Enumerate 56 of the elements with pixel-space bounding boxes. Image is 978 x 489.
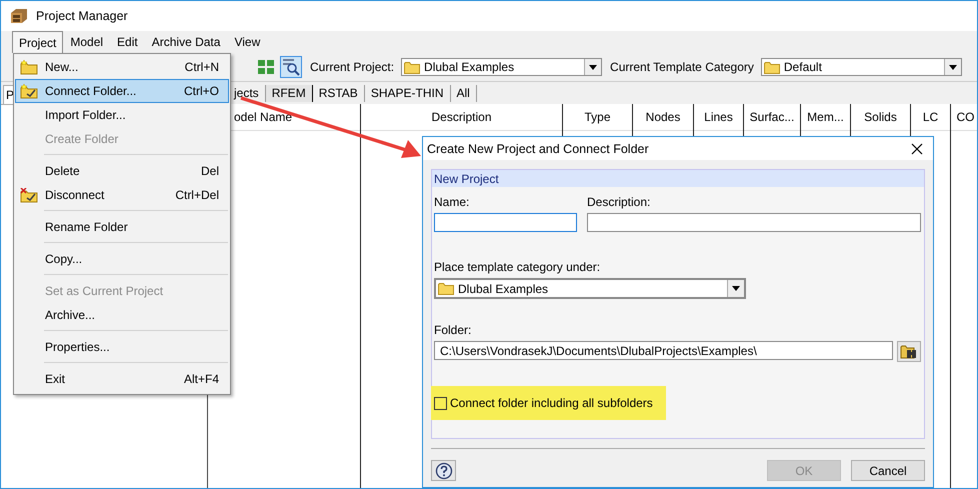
group-title: New Project — [432, 170, 924, 187]
template-category-label: Current Template Category — [610, 60, 754, 74]
magnifier-icon[interactable] — [280, 56, 302, 78]
caret-icon — [589, 64, 598, 70]
folder-cross-icon — [20, 188, 38, 202]
window-title: Project Manager — [36, 9, 128, 23]
menu-item[interactable]: Exit Alt+F4 — [15, 367, 229, 391]
dialog-title: Create New Project and Connect Folder — [427, 142, 649, 156]
description-field[interactable] — [587, 213, 921, 232]
name-field[interactable] — [434, 213, 577, 232]
menu-item[interactable]: Connect Folder... Ctrl+O — [15, 79, 229, 103]
drawer-icon — [10, 8, 28, 24]
menu-item[interactable]: Archive... — [15, 303, 229, 327]
menu-bar-item[interactable]: View — [227, 31, 268, 53]
current-project-dropdown[interactable]: Dlubal Examples — [401, 58, 602, 76]
dialog-button[interactable]: Cancel — [851, 460, 925, 481]
menu-bar-item[interactable]: Archive Data — [144, 31, 228, 53]
tab[interactable]: SHAPE-THIN — [364, 84, 450, 102]
column-header[interactable]: LC — [911, 104, 950, 131]
column-header[interactable]: Type — [563, 104, 632, 131]
tab[interactable]: All — [450, 84, 477, 102]
folder-icon — [764, 60, 780, 74]
column-header[interactable]: CO — [951, 104, 977, 131]
column-header[interactable]: Solids — [851, 104, 910, 131]
menu-item[interactable]: Delete Del — [15, 159, 229, 183]
menu-item[interactable]: Rename Folder — [15, 215, 229, 239]
field-label: Description: — [587, 195, 652, 209]
current-project-label: Current Project: — [310, 60, 394, 74]
field-label: Place template category under: — [434, 260, 602, 274]
template-category-dropdown[interactable]: Default — [760, 58, 962, 76]
browse-folder-icon[interactable] — [897, 341, 921, 362]
caret-icon — [732, 286, 740, 291]
menu-bar-item[interactable]: Project — [12, 31, 64, 53]
menu-item[interactable]: New... Ctrl+N — [15, 55, 229, 79]
column-header[interactable]: Description — [361, 104, 562, 131]
menu-item[interactable]: Disconnect Ctrl+Del — [15, 183, 229, 207]
new-folder-icon — [20, 60, 38, 74]
column-header[interactable]: Mem... — [801, 104, 850, 131]
column-header[interactable]: Nodes — [633, 104, 693, 131]
folder-check-icon — [20, 84, 38, 98]
caret-icon — [948, 64, 957, 70]
menu-item[interactable]: Copy... — [15, 247, 229, 271]
menu-bar-item[interactable]: Model — [63, 31, 110, 53]
tab[interactable]: RSTAB — [312, 84, 365, 102]
folder-icon — [438, 282, 454, 295]
folder-field[interactable]: C:\Users\VondrasekJ\Documents\DlubalProjects\Examples\ — [434, 341, 893, 360]
tab[interactable]: RFEM — [266, 84, 313, 102]
category-dropdown[interactable]: Dlubal Examples — [434, 278, 746, 299]
menu-item[interactable]: Properties... — [15, 335, 229, 359]
column-header[interactable]: Surfac... — [744, 104, 800, 131]
column-header[interactable]: Lines — [694, 104, 743, 131]
field-label: Name: — [434, 195, 470, 209]
help-icon[interactable] — [431, 460, 456, 481]
menu-bar-item[interactable]: Edit — [110, 31, 145, 53]
field-label: Folder: — [434, 323, 472, 337]
folder-icon — [404, 60, 420, 74]
